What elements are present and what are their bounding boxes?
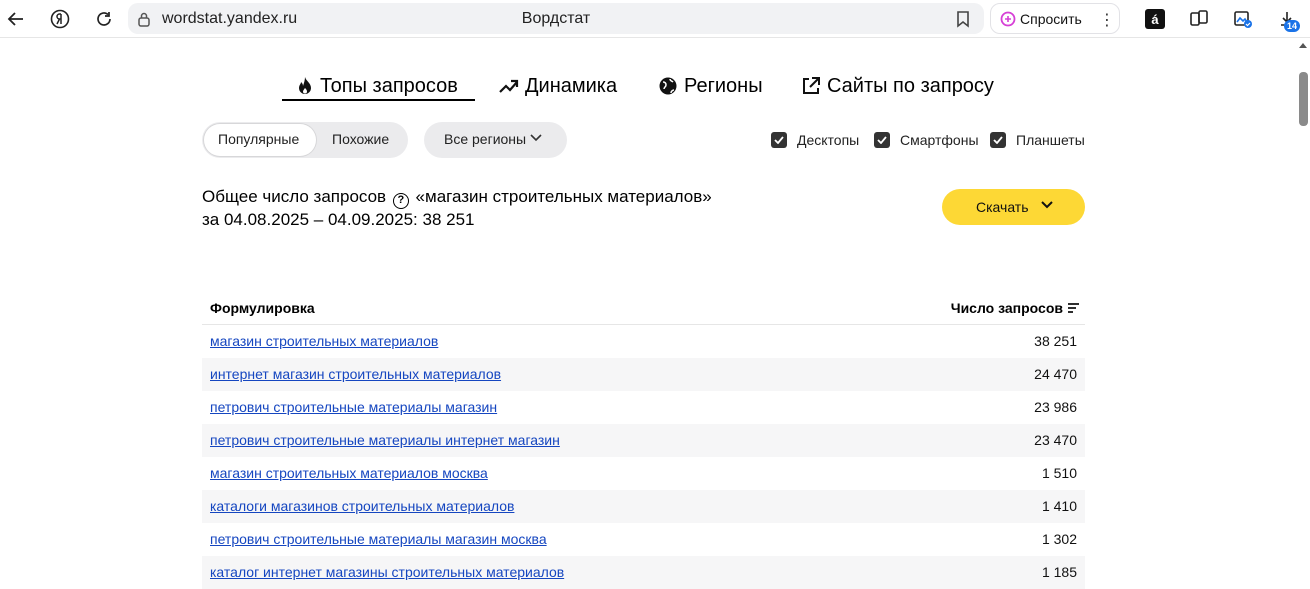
- check-icon: [774, 136, 784, 144]
- table-row: магазин строительных материалов москва 1 …: [202, 457, 1085, 490]
- svg-text:á: á: [1151, 12, 1159, 27]
- download-label: Скачать: [976, 199, 1029, 215]
- tab-dynamics[interactable]: Динамика: [499, 72, 617, 100]
- chevron-down-icon: [1041, 201, 1053, 209]
- image-check-icon: [1234, 11, 1252, 28]
- extension-image[interactable]: [1231, 7, 1255, 31]
- tab-top-queries[interactable]: Топы запросов: [296, 72, 458, 100]
- query-count: 23 986: [1034, 399, 1077, 415]
- arrow-left-icon: [7, 12, 23, 26]
- active-tab-indicator: [282, 99, 475, 101]
- checkbox-label: Смартфоны: [900, 132, 979, 148]
- query-link[interactable]: петрович строительные материалы магазин …: [210, 531, 547, 547]
- extension-collections[interactable]: [1187, 7, 1211, 31]
- ask-label: Спросить: [1020, 11, 1082, 27]
- query-count: 1 510: [1041, 465, 1077, 481]
- checkbox-desktops[interactable]: Десктопы: [771, 131, 859, 149]
- query-count: 1 302: [1041, 531, 1077, 547]
- table-row: магазин строительных материалов 38 251: [202, 325, 1085, 358]
- collections-icon: [1190, 10, 1208, 26]
- mode-popular-label[interactable]: Популярные: [218, 131, 299, 147]
- yandex-logo-icon: [50, 9, 70, 29]
- mode-switch: Популярные Похожие: [202, 122, 408, 158]
- column-phrase: Формулировка: [210, 300, 315, 316]
- checkbox-smartphones[interactable]: Смартфоны: [874, 131, 979, 149]
- tab-label: Динамика: [525, 74, 618, 97]
- globe-icon: [659, 77, 677, 95]
- summary-period: за 04.08.2025 – 04.09.2025: 38 251: [202, 210, 475, 229]
- table-row: интернет магазин строительных материалов…: [202, 358, 1085, 391]
- tab-sites[interactable]: Сайты по запросу: [801, 72, 994, 100]
- more-icon[interactable]: ⋮: [1099, 10, 1115, 30]
- check-icon: [993, 136, 1003, 144]
- sort-icon: [1068, 303, 1079, 313]
- query-count: 23 470: [1034, 432, 1077, 448]
- summary-prefix: Общее число запросов: [202, 187, 387, 206]
- query-link[interactable]: магазин строительных материалов: [210, 333, 438, 349]
- query-link[interactable]: магазин строительных материалов москва: [210, 465, 488, 481]
- checkbox-box[interactable]: [990, 132, 1006, 148]
- reload-button[interactable]: [92, 7, 116, 31]
- query-count: 1 185: [1041, 564, 1077, 580]
- check-icon: [877, 136, 887, 144]
- summary: Общее число запросов ? «магазин строител…: [202, 186, 712, 231]
- table-row: петрович строительные материалы интернет…: [202, 424, 1085, 457]
- checkbox-tablets[interactable]: Планшеты: [990, 131, 1085, 149]
- browser-toolbar: wordstat.yandex.ru Вордстат Спросить ⋮ á…: [0, 0, 1310, 38]
- chevron-down-icon: [530, 134, 542, 142]
- table-row: каталог интернет магазины строительных м…: [202, 556, 1085, 589]
- column-count[interactable]: Число запросов: [951, 300, 1079, 316]
- table-header: Формулировка Число запросов: [202, 292, 1085, 325]
- external-link-icon: [803, 77, 820, 94]
- scroll-up-arrow[interactable]: [1299, 43, 1307, 48]
- tab-label: Топы запросов: [320, 74, 458, 97]
- sparkle-icon: [1000, 11, 1016, 27]
- tab-regions[interactable]: Регионы: [658, 72, 763, 100]
- query-link[interactable]: каталоги магазинов строительных материал…: [210, 498, 514, 514]
- downloads-badge: 14: [1284, 20, 1300, 32]
- query-link[interactable]: интернет магазин строительных материалов: [210, 366, 501, 382]
- query-link[interactable]: петрович строительные материалы магазин: [210, 399, 497, 415]
- help-icon[interactable]: ?: [392, 193, 409, 209]
- query-count: 24 470: [1034, 366, 1077, 382]
- download-button[interactable]: Скачать: [942, 189, 1085, 225]
- address-bar[interactable]: wordstat.yandex.ru Вордстат: [128, 3, 984, 34]
- yandex-button[interactable]: [48, 7, 72, 31]
- trend-icon: [499, 79, 519, 93]
- queries-table: Формулировка Число запросов магазин стро…: [202, 292, 1085, 589]
- summary-query: «магазин строительных материалов»: [415, 187, 712, 206]
- region-label: Все регионы: [444, 131, 527, 147]
- address-domain[interactable]: wordstat.yandex.ru: [162, 10, 297, 28]
- checkbox-box[interactable]: [874, 132, 890, 148]
- column-count-label: Число запросов: [950, 300, 1063, 316]
- scrollbar-thumb[interactable]: [1299, 72, 1308, 126]
- mode-similar-button[interactable]: Похожие: [332, 131, 389, 147]
- ask-alice-button[interactable]: Спросить ⋮: [990, 3, 1120, 34]
- tab-label: Регионы: [684, 74, 763, 97]
- query-count: 1 410: [1041, 498, 1077, 514]
- lock-icon: [138, 12, 150, 27]
- a-logo-icon: á: [1145, 9, 1165, 29]
- table-row: петрович строительные материалы магазин …: [202, 523, 1085, 556]
- checkbox-label: Десктопы: [797, 132, 860, 148]
- query-link[interactable]: каталог интернет магазины строительных м…: [210, 564, 564, 580]
- reload-icon: [97, 12, 111, 26]
- extension-a[interactable]: á: [1143, 7, 1167, 31]
- query-link[interactable]: петрович строительные материалы интернет…: [210, 432, 560, 448]
- bookmark-icon[interactable]: [956, 10, 970, 28]
- tab-label: Сайты по запросу: [827, 74, 994, 97]
- back-button[interactable]: [4, 7, 28, 31]
- table-row: петрович строительные материалы магазин 2…: [202, 391, 1085, 424]
- region-dropdown[interactable]: Все регионы: [424, 122, 567, 158]
- table-row: каталоги магазинов строительных материал…: [202, 490, 1085, 523]
- checkbox-label: Планшеты: [1016, 132, 1085, 148]
- fire-icon: [299, 77, 311, 94]
- query-count: 38 251: [1034, 333, 1077, 349]
- checkbox-box[interactable]: [771, 132, 787, 148]
